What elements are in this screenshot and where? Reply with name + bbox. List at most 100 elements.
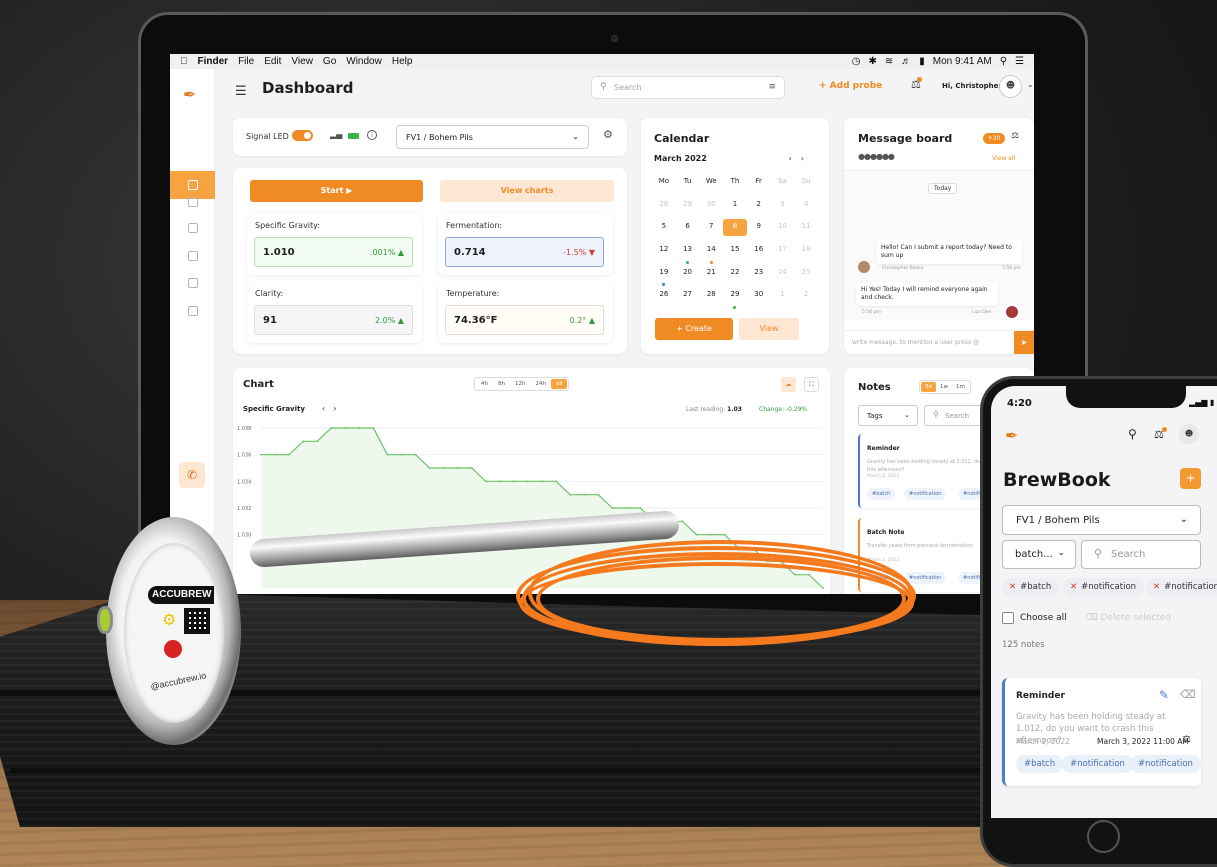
cloud-download-icon[interactable]: ☁	[781, 377, 796, 392]
calendar-day[interactable]: 29	[723, 287, 747, 310]
note-tag-chip[interactable]: #notification	[1130, 755, 1201, 773]
data-point[interactable]	[611, 507, 614, 509]
data-point[interactable]	[597, 493, 600, 496]
data-point[interactable]	[456, 467, 459, 469]
calendar-day[interactable]: 29	[676, 197, 700, 220]
calendar-day[interactable]: 27	[676, 287, 700, 310]
data-point[interactable]	[639, 507, 642, 509]
chevron-down-icon[interactable]: ⌄	[1027, 80, 1034, 89]
menu-file[interactable]: File	[238, 56, 254, 67]
phone-home-button[interactable]	[1087, 820, 1120, 853]
add-probe-button[interactable]: + Add probe	[819, 81, 882, 91]
calendar-day[interactable]: 2	[747, 197, 771, 220]
notes-tab-1w[interactable]: 1w	[936, 382, 952, 392]
search-input[interactable]: ⚲ Search ≡	[591, 76, 785, 99]
brewbook-logo-icon[interactable]: ✒	[1005, 426, 1018, 445]
calendar-day[interactable]: 2	[794, 287, 818, 310]
menu-go[interactable]: Go	[323, 56, 336, 67]
menu-window[interactable]: Window	[346, 56, 382, 67]
data-point[interactable]	[316, 440, 319, 443]
search-icon[interactable]: ⚲	[1128, 427, 1137, 441]
calendar-day[interactable]: 20	[676, 265, 700, 288]
remove-chip-icon[interactable]: ✕	[1070, 582, 1077, 592]
data-point[interactable]	[400, 453, 403, 456]
note-tag-chip[interactable]: #batch	[867, 488, 896, 500]
volume-icon[interactable]: ♬	[901, 56, 911, 67]
calendar-day[interactable]: 6	[676, 219, 700, 242]
data-point[interactable]	[484, 480, 487, 483]
menu-view[interactable]: View	[291, 56, 313, 67]
battery-icon[interactable]: ▮	[919, 56, 925, 67]
menu-edit[interactable]: Edit	[264, 56, 281, 67]
menu-help[interactable]: Help	[392, 56, 413, 67]
range-tab-8h[interactable]: 8h	[493, 379, 510, 389]
calendar-day[interactable]: 10	[771, 219, 795, 242]
calendar-day[interactable]: 22	[723, 265, 747, 288]
data-point[interactable]	[372, 427, 375, 429]
add-note-button[interactable]: +	[1180, 468, 1201, 489]
message-input[interactable]: write message, to mention a user press @…	[844, 330, 1034, 354]
data-point[interactable]	[498, 480, 501, 483]
calendar-day[interactable]: 12	[652, 242, 676, 265]
data-point[interactable]	[274, 453, 276, 456]
choose-all-checkbox[interactable]	[1002, 612, 1014, 624]
calendar-day[interactable]: 18	[794, 242, 818, 265]
hamburger-menu-icon[interactable]: ☰	[235, 84, 247, 99]
gear-icon[interactable]: ⚙	[603, 128, 613, 141]
calendar-day[interactable]: 4	[794, 197, 818, 220]
calendar-day[interactable]: 19	[652, 265, 676, 288]
signal-led-toggle[interactable]	[292, 130, 313, 141]
filter-icon[interactable]: ≡	[768, 82, 776, 92]
range-tab-12h[interactable]: 12h	[510, 379, 530, 389]
data-point[interactable]	[470, 467, 473, 469]
phone-search-input[interactable]: ⚲ Search	[1081, 540, 1201, 569]
data-point[interactable]	[358, 427, 361, 429]
calendar-day[interactable]: 7	[699, 219, 723, 242]
data-point[interactable]	[555, 480, 557, 483]
data-point[interactable]	[513, 480, 515, 483]
calendar-day[interactable]: 5	[652, 219, 676, 242]
calendar-day[interactable]: 24	[771, 265, 795, 288]
filter-chip[interactable]: ✕ #batch	[1002, 578, 1060, 597]
start-button[interactable]: Start ▶	[250, 180, 423, 202]
fullscreen-icon[interactable]: ⛶	[804, 377, 819, 392]
sidebar-item-messages[interactable]	[188, 278, 198, 288]
edit-icon[interactable]: ✎	[1159, 688, 1169, 702]
accubrew-logo-icon[interactable]: ✒	[183, 85, 196, 104]
data-point[interactable]	[625, 507, 628, 509]
delete-selected-button[interactable]: ⌫ Delete selected	[1085, 613, 1171, 623]
calendar-view-button[interactable]: View	[739, 318, 799, 340]
notes-tab-3d[interactable]: 3d	[921, 382, 936, 392]
calendar-day[interactable]: 13	[676, 242, 700, 265]
phone-filter-select[interactable]: batch... ⌄	[1002, 540, 1076, 569]
phone-probe-select[interactable]: FV1 / Bohem Pils ⌄	[1002, 505, 1201, 535]
calendar-day[interactable]: 28	[699, 287, 723, 310]
calendar-day[interactable]: 23	[747, 265, 771, 288]
data-point[interactable]	[386, 453, 389, 456]
note-tag-chip[interactable]: #batch	[1016, 755, 1064, 773]
calendar-day[interactable]: 17	[771, 242, 795, 265]
sidebar-item-calendar[interactable]	[188, 251, 198, 261]
calendar-day[interactable]: 21	[699, 265, 723, 288]
user-avatar-icon[interactable]: ☻	[1179, 424, 1199, 444]
range-tab-24h[interactable]: 24h	[530, 379, 550, 389]
trash-icon[interactable]: ⌫	[1180, 688, 1196, 701]
calendar-day[interactable]: 8	[723, 219, 747, 237]
spotlight-icon[interactable]: ⚲	[1000, 56, 1007, 67]
menu-finder[interactable]: Finder	[198, 56, 229, 67]
user-avatar-icon[interactable]: ☻	[999, 75, 1022, 98]
data-point[interactable]	[330, 427, 333, 429]
calendar-day[interactable]: 25	[794, 265, 818, 288]
menubar-clock[interactable]: Mon 9:41 AM	[933, 56, 992, 67]
view-charts-button[interactable]: View charts	[440, 180, 614, 202]
calendar-day[interactable]: 14	[699, 242, 723, 265]
sidebar-item-bookmarks[interactable]	[188, 197, 198, 207]
calendar-day[interactable]: 3	[771, 197, 795, 220]
data-point[interactable]	[302, 440, 305, 443]
range-tab-all[interactable]: all	[550, 379, 568, 389]
data-point[interactable]	[344, 427, 347, 429]
data-point[interactable]	[681, 520, 684, 523]
remove-chip-icon[interactable]: ✕	[1153, 582, 1160, 592]
create-event-button[interactable]: + Create	[655, 318, 733, 340]
send-icon[interactable]: ➤	[1014, 331, 1034, 354]
